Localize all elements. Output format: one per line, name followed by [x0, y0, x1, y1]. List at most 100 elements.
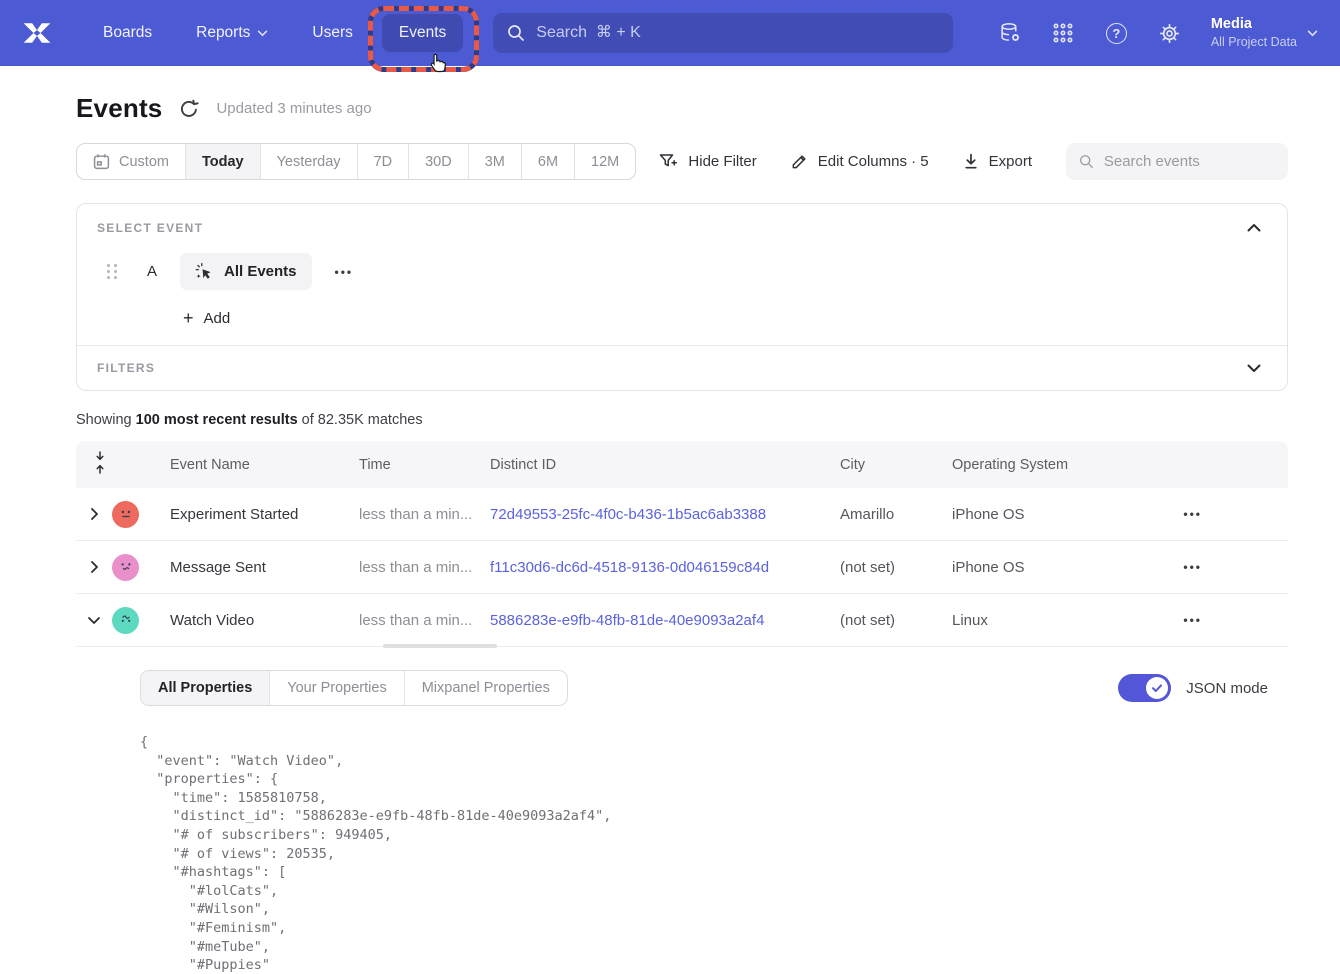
search-events-input[interactable]	[1104, 153, 1275, 170]
event-selector-chip[interactable]: All Events	[180, 253, 312, 290]
filters-label: FILTERS	[97, 361, 155, 375]
add-event-label: Add	[204, 310, 231, 327]
table-header: Event Name Time Distinct ID City Operati…	[76, 441, 1288, 488]
nav-item-users[interactable]: Users	[297, 15, 367, 51]
col-header-operating-system[interactable]: Operating System	[952, 457, 1140, 473]
date-range-30d[interactable]: 30D	[408, 144, 468, 179]
cell-city: (not set)	[840, 612, 952, 629]
add-event-button[interactable]: + Add	[183, 309, 230, 327]
hide-filter-button[interactable]: Hide Filter	[659, 153, 756, 170]
event-avatar	[112, 501, 139, 528]
cell-city: (not set)	[840, 559, 952, 576]
project-name: Media	[1211, 15, 1297, 35]
date-range-3m[interactable]: 3M	[468, 144, 521, 179]
json-view: { "event": "Watch Video", "properties": …	[140, 733, 1288, 974]
date-range-12m[interactable]: 12M	[574, 144, 635, 179]
date-range-custom[interactable]: Custom	[77, 144, 185, 179]
event-avatar	[112, 554, 139, 581]
events-table: Event Name Time Distinct ID City Operati…	[76, 441, 1288, 974]
cell-os: iPhone OS	[952, 559, 1140, 576]
export-button[interactable]: Export	[963, 153, 1032, 170]
pencil-icon	[791, 153, 808, 170]
nav-item-reports[interactable]: Reports	[181, 15, 283, 51]
nav-item-events-wrapper: Events	[382, 14, 463, 52]
global-search[interactable]	[493, 13, 953, 53]
search-icon	[507, 24, 525, 42]
hide-filter-label: Hide Filter	[688, 153, 756, 170]
date-range-custom-label: Custom	[119, 154, 169, 170]
tab-all-properties[interactable]: All Properties	[141, 671, 269, 705]
refresh-icon[interactable]	[179, 99, 199, 119]
nav-item-events[interactable]: Events	[382, 14, 463, 52]
cell-distinct-id-link[interactable]: 72d49553-25fc-4f0c-b436-1b5ac6ab3388	[490, 506, 840, 523]
hand-cursor-icon	[426, 53, 447, 74]
help-icon[interactable]: ?	[1105, 22, 1128, 45]
date-range-7d[interactable]: 7D	[357, 144, 409, 179]
table-row[interactable]: Message Sent less than a min... f11c30d6…	[76, 541, 1288, 594]
row-expand-chevron-icon[interactable]	[76, 560, 112, 574]
event-row-more-button[interactable]: •••	[335, 265, 354, 279]
row-actions-button[interactable]: •••	[1183, 613, 1288, 627]
horizontal-scrollbar-thumb[interactable]	[383, 644, 497, 648]
cell-event-name: Experiment Started	[170, 506, 359, 523]
event-detail-panel: All Properties Your Properties Mixpanel …	[76, 647, 1288, 974]
edit-columns-button[interactable]: Edit Columns · 5	[791, 153, 929, 170]
query-builder-card: SELECT EVENT A	[76, 203, 1288, 391]
row-actions-button[interactable]: •••	[1183, 507, 1288, 521]
cell-time: less than a min...	[359, 612, 490, 629]
navbar-right-group: ? Media All Project Data	[999, 15, 1318, 51]
cell-distinct-id-link[interactable]: 5886283e-e9fb-48fb-81de-40e9093a2af4	[490, 612, 840, 629]
cell-os: Linux	[952, 612, 1140, 629]
cell-distinct-id-link[interactable]: f11c30d6-dc6d-4518-9136-0d046159c84d	[490, 559, 840, 576]
download-icon	[963, 153, 979, 170]
cell-event-name: Message Sent	[170, 559, 359, 576]
col-header-event-name[interactable]: Event Name	[170, 457, 359, 473]
settings-gear-icon[interactable]	[1158, 22, 1181, 45]
table-row-expanded[interactable]: Watch Video less than a min... 5886283e-…	[76, 594, 1288, 647]
col-header-time[interactable]: Time	[359, 457, 490, 473]
cell-time: less than a min...	[359, 506, 490, 523]
date-range-6m[interactable]: 6M	[521, 144, 574, 179]
event-click-sparkle-icon	[195, 262, 214, 281]
summary-prefix: Showing	[76, 412, 136, 428]
table-row[interactable]: Experiment Started less than a min... 72…	[76, 488, 1288, 541]
last-updated-text: Updated 3 minutes ago	[216, 100, 371, 117]
row-expand-chevron-icon[interactable]	[76, 507, 112, 521]
controls-row: Custom Today Yesterday 7D 30D 3M 6M 12M …	[76, 143, 1288, 180]
col-header-distinct-id[interactable]: Distinct ID	[490, 457, 840, 473]
properties-tabs: All Properties Your Properties Mixpanel …	[140, 670, 568, 706]
row-actions-button[interactable]: •••	[1183, 560, 1288, 574]
global-search-input[interactable]	[536, 24, 939, 42]
col-header-city[interactable]: City	[840, 457, 952, 473]
cell-time: less than a min...	[359, 559, 490, 576]
sort-icon[interactable]	[94, 450, 106, 475]
tab-mixpanel-properties[interactable]: Mixpanel Properties	[404, 671, 567, 705]
tab-your-properties[interactable]: Your Properties	[269, 671, 403, 705]
date-range-yesterday[interactable]: Yesterday	[260, 144, 357, 179]
summary-suffix: of 82.35K matches	[298, 412, 423, 428]
select-event-label: SELECT EVENT	[97, 221, 203, 235]
event-query-row: A All Events •••	[97, 253, 1267, 290]
expand-section-icon[interactable]	[1247, 361, 1261, 375]
apps-grid-icon[interactable]	[1052, 22, 1075, 45]
project-selector[interactable]: Media All Project Data	[1211, 15, 1318, 51]
drag-handle-icon[interactable]	[107, 264, 118, 279]
date-range-picker: Custom Today Yesterday 7D 30D 3M 6M 12M	[76, 143, 636, 180]
chevron-down-icon	[257, 30, 268, 37]
search-events-box[interactable]	[1066, 143, 1288, 180]
page-header: Events Updated 3 minutes ago	[76, 93, 1288, 124]
results-summary: Showing 100 most recent results of 82.35…	[76, 412, 1288, 428]
filters-section: FILTERS	[77, 345, 1287, 390]
json-mode-toggle[interactable]	[1118, 674, 1171, 702]
cell-city: Amarillo	[840, 506, 952, 523]
nav-item-boards[interactable]: Boards	[88, 15, 167, 51]
row-collapse-chevron-icon[interactable]	[76, 616, 112, 625]
data-management-icon[interactable]	[999, 22, 1022, 45]
date-range-today[interactable]: Today	[185, 144, 260, 179]
export-label: Export	[989, 153, 1032, 170]
check-icon	[1151, 682, 1163, 694]
cell-event-name: Watch Video	[170, 612, 359, 629]
toolbar-right-group: Hide Filter Edit Columns · 5 Export	[659, 143, 1288, 180]
search-icon	[1079, 153, 1094, 170]
collapse-section-icon[interactable]	[1247, 221, 1261, 235]
